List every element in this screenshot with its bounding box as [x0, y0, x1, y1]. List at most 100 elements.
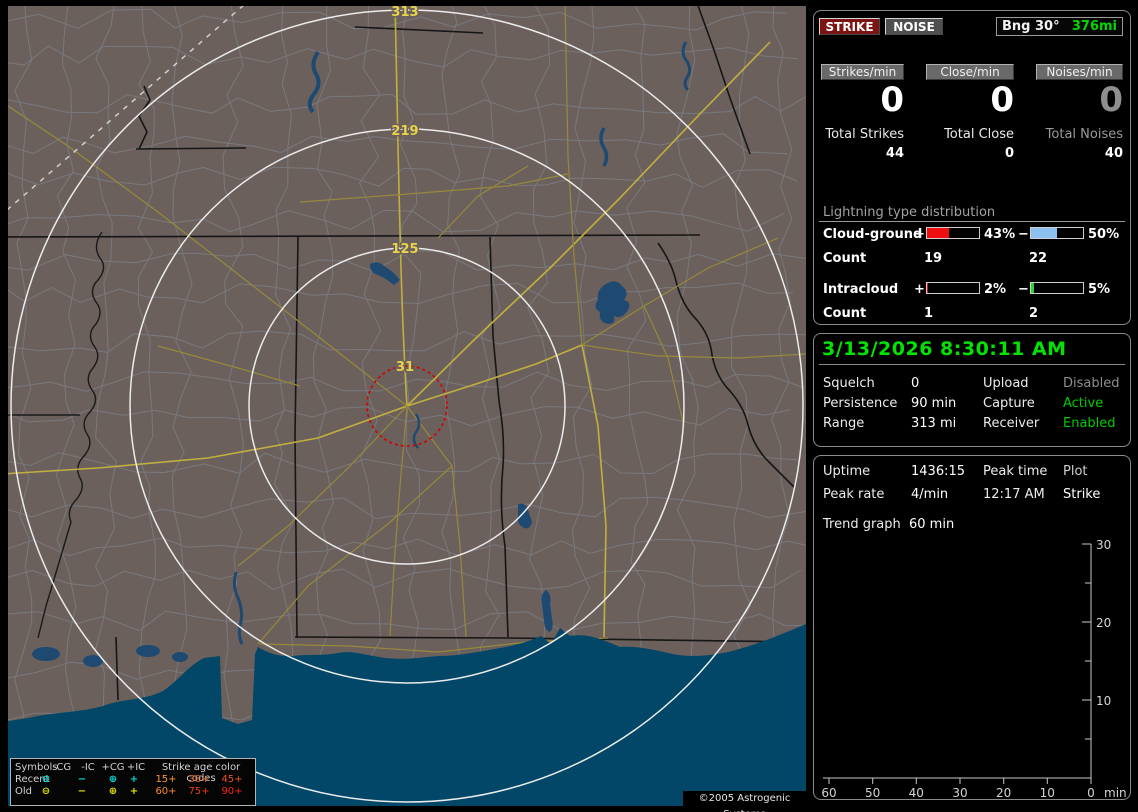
pos-cg-old-icon: ⊕	[108, 786, 118, 797]
svg-text:0: 0	[1087, 786, 1095, 799]
svg-text:50: 50	[865, 786, 880, 799]
strikes-counter-column: Strikes/min 0 Total Strikes 44	[821, 64, 904, 174]
cg-minus-count: 22	[1029, 251, 1048, 266]
squelch-value: 0	[911, 376, 920, 391]
neg-cg-recent-icon: ⊖	[41, 774, 51, 785]
age-15-label: 15+	[155, 774, 177, 785]
distribution-title: Lightning type distribution	[823, 205, 996, 220]
pos-cg-recent-icon: ⊕	[108, 774, 118, 785]
svg-text:20: 20	[996, 786, 1011, 799]
persistence-label: Persistence	[823, 396, 898, 411]
age-60-label: 60+	[155, 786, 177, 797]
minus-sign: −	[1018, 282, 1029, 297]
upload-label: Upload	[983, 376, 1029, 391]
capture-label: Capture	[983, 396, 1035, 411]
range-label: Range	[823, 416, 865, 431]
plus-sign: +	[914, 282, 925, 297]
cg-minus-bar	[1030, 227, 1084, 239]
strike-tab-button[interactable]: STRIKE	[819, 18, 880, 35]
bearing-value: Bng 30°	[1002, 19, 1060, 34]
peak-rate-row: Peak rate 4/min 12:17 AM Strike	[814, 487, 1130, 503]
intracloud-row: Intracloud + 2% − 5%	[814, 282, 1130, 297]
cg-plus-pct: 43%	[984, 227, 1016, 242]
noise-tab-button[interactable]: NOISE	[885, 18, 943, 35]
range-value: 376mi	[1071, 19, 1117, 34]
ic-plus-pct: 2%	[984, 282, 1007, 297]
upload-status: Disabled	[1063, 376, 1120, 391]
close-per-min-chip[interactable]: Close/min	[926, 64, 1014, 80]
strikes-per-min-chip[interactable]: Strikes/min	[821, 64, 904, 80]
cloud-ground-row: Cloud-ground + 43% − 50%	[814, 227, 1130, 242]
minus-sign: −	[1018, 227, 1029, 242]
cg-plus-count: 19	[924, 251, 943, 266]
legend-col-neg-ic: -IC	[81, 762, 95, 773]
divider	[819, 364, 1125, 365]
x-axis-labels: 60 50 40 30 20 10 0	[821, 786, 1094, 799]
neg-ic-recent-icon: −	[77, 774, 87, 785]
total-close-label: Total Close	[944, 127, 1014, 142]
age-90-label: 90+	[221, 786, 243, 797]
cloud-ground-count-row: Count 19 22	[814, 251, 1130, 266]
plus-sign: +	[914, 227, 925, 242]
ic-minus-pct: 5%	[1088, 282, 1111, 297]
intracloud-label: Intracloud	[823, 282, 899, 297]
total-strikes-value: 44	[885, 146, 904, 161]
svg-text:30: 30	[952, 786, 967, 799]
uptime-value: 1436:15	[911, 464, 966, 479]
datetime-display: 3/13/2026 8:30:11 AM	[822, 338, 1067, 360]
ring-label-313: 313	[391, 6, 418, 20]
squelch-label: Squelch	[823, 376, 875, 391]
legend-col-neg-cg: -CG	[52, 762, 72, 773]
trend-panel: Uptime 1436:15 Peak time Plot Peak rate …	[813, 455, 1131, 800]
ic-minus-count: 2	[1029, 306, 1039, 321]
capture-status: Active	[1063, 396, 1104, 411]
ring-label-219: 219	[391, 124, 418, 139]
ic-plus-count: 1	[924, 306, 934, 321]
count-label: Count	[823, 306, 867, 321]
ring-label-31: 31	[396, 360, 414, 375]
noises-per-min-value: 0	[1099, 80, 1123, 120]
trend-graph-label: Trend graph	[823, 517, 901, 532]
divider	[819, 221, 1125, 222]
range-row: Range 313 mi Receiver Enabled	[814, 416, 1130, 432]
count-label: Count	[823, 251, 867, 266]
total-noises-value: 40	[1104, 146, 1123, 161]
svg-text:40: 40	[909, 786, 924, 799]
peak-time-value: 12:17 AM	[983, 487, 1045, 502]
cg-plus-bar	[926, 227, 980, 239]
receiver-label: Receiver	[983, 416, 1040, 431]
pos-ic-recent-icon: +	[129, 774, 139, 785]
noises-counter-column: Noises/min 0 Total Noises 40	[1036, 64, 1123, 174]
plot-label: Plot	[1063, 464, 1088, 479]
svg-text:30: 30	[1096, 539, 1111, 552]
neg-ic-old-icon: −	[77, 786, 87, 797]
intracloud-count-row: Count 1 2	[814, 306, 1130, 321]
strikes-per-min-value: 0	[880, 80, 904, 120]
plot-mode-value: Strike	[1063, 487, 1101, 502]
trend-chart: 30 20 10 60 50 40 30 20 10 0 min	[821, 539, 1126, 799]
y-axis-labels: 30 20 10	[1096, 539, 1111, 708]
svg-text:20: 20	[1096, 616, 1111, 630]
receiver-status: Enabled	[1063, 416, 1116, 431]
strike-symbol-legend: Symbols -CG -IC +CG +IC Strike age color…	[10, 758, 256, 806]
cg-minus-pct: 50%	[1088, 227, 1120, 242]
neg-cg-old-icon: ⊖	[41, 786, 51, 797]
ic-plus-bar	[926, 282, 980, 294]
svg-text:10: 10	[1096, 694, 1111, 708]
persistence-value: 90 min	[911, 396, 957, 411]
uptime-label: Uptime	[823, 464, 871, 479]
cloud-ground-label: Cloud-ground	[823, 227, 923, 242]
bearing-range-display: Bng 30° 376mi	[996, 17, 1123, 36]
peak-rate-value: 4/min	[911, 487, 949, 502]
lightning-map[interactable]: 313 219 125 31	[8, 6, 806, 806]
map-canvas: 313 219 125 31	[8, 6, 806, 806]
uptime-row: Uptime 1436:15 Peak time Plot	[814, 464, 1130, 480]
app-window: 313 219 125 31 Symbols -CG -IC +CG +IC S…	[0, 0, 1138, 812]
ic-minus-bar	[1030, 282, 1084, 294]
age-45-label: 45+	[221, 774, 243, 785]
pos-ic-old-icon: +	[129, 786, 139, 797]
squelch-row: Squelch 0 Upload Disabled	[814, 376, 1130, 392]
noises-per-min-chip[interactable]: Noises/min	[1036, 64, 1123, 80]
total-strikes-label: Total Strikes	[825, 127, 904, 142]
trend-graph-row: Trend graph 60 min	[814, 517, 1130, 533]
